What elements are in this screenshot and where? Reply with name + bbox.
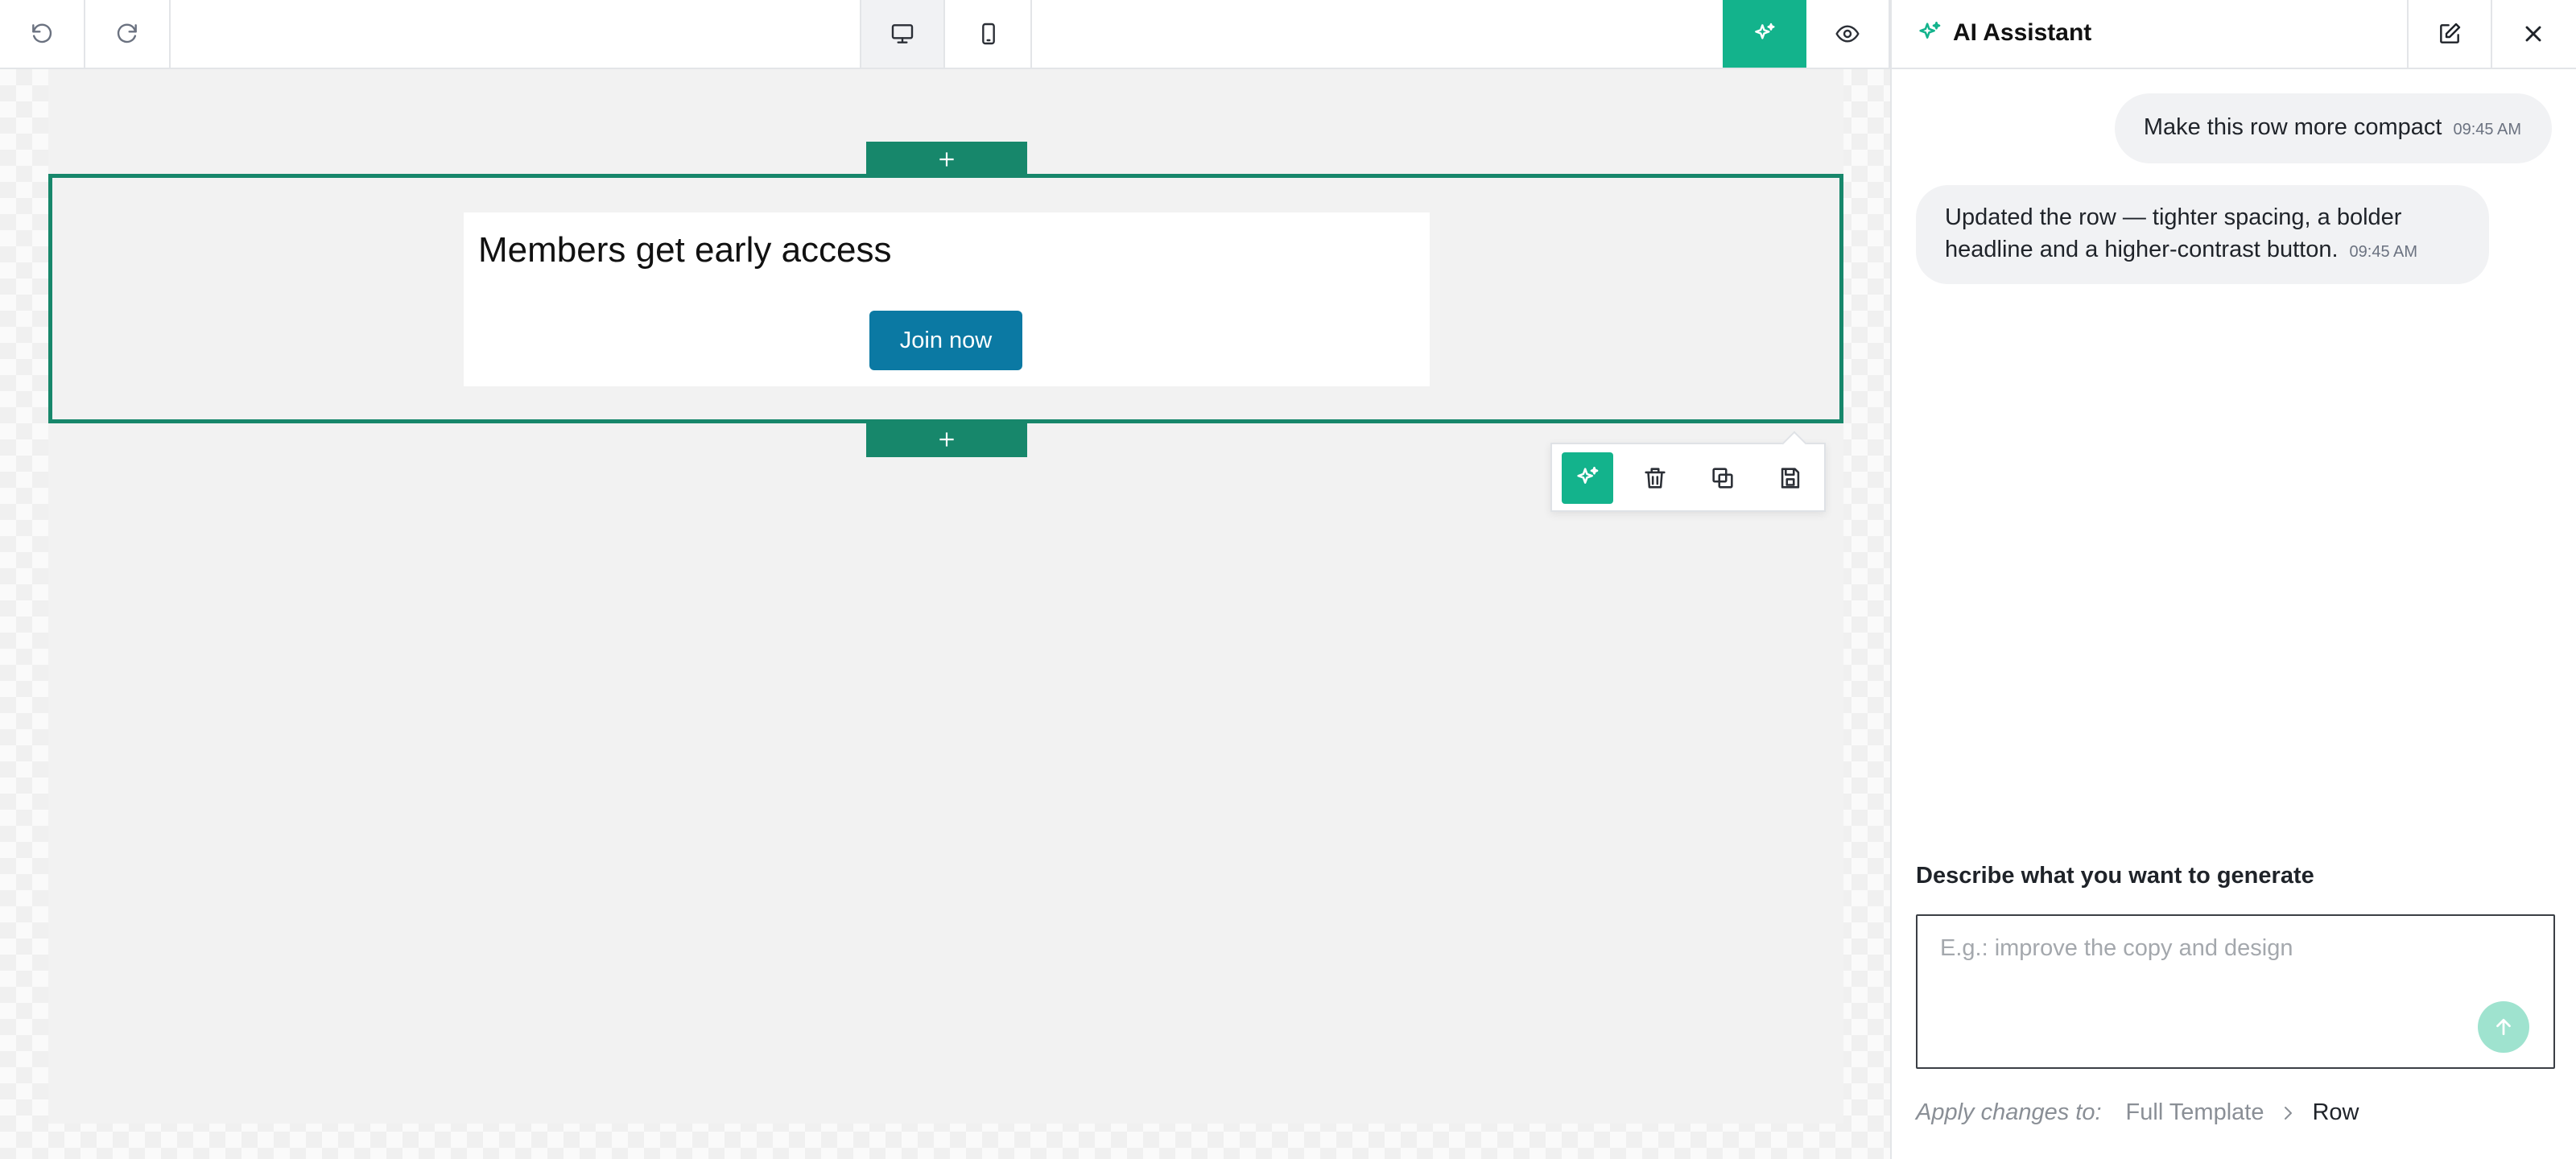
desktop-icon — [891, 24, 914, 43]
close-icon — [2525, 26, 2541, 42]
sparkles-icon — [1755, 23, 1775, 39]
mobile-icon — [982, 23, 995, 45]
send-button[interactable] — [2478, 1001, 2529, 1053]
sparkles-icon — [1577, 466, 1599, 484]
prompt-label: Describe what you want to generate — [1916, 863, 2314, 889]
assistant-message: Updated the row — tighter spacing, a bol… — [1916, 185, 2489, 284]
plus-icon — [939, 432, 954, 447]
chevron-right-icon — [2285, 1106, 2293, 1120]
redo-button[interactable] — [85, 0, 171, 68]
ai-assistant-panel: AI Assistant Make this row more compact 0… — [1890, 0, 2576, 1159]
sparkles-icon — [1919, 21, 1941, 39]
trash-icon — [1645, 468, 1666, 489]
message-time: 09:45 AM — [2453, 121, 2521, 138]
redo-icon — [117, 23, 137, 43]
scope-full-template[interactable]: Full Template — [2126, 1099, 2264, 1126]
ai-assistant-toggle[interactable] — [1723, 0, 1806, 68]
join-now-button[interactable]: Join now — [869, 311, 1022, 370]
row-content-block[interactable]: Members get early access Join now — [464, 212, 1430, 386]
prompt-box — [1916, 914, 2555, 1069]
prompt-input[interactable] — [1918, 916, 2553, 1067]
preview-button[interactable] — [1806, 0, 1890, 68]
panel-title: AI Assistant — [1953, 19, 2092, 46]
duplicate-icon — [1712, 468, 1733, 489]
delete-row-button[interactable] — [1629, 452, 1681, 504]
duplicate-row-button[interactable] — [1697, 452, 1748, 504]
row-actions-toolbar — [1550, 431, 1826, 512]
apply-changes-scope: Apply changes to: Full Template Row — [1916, 1099, 2359, 1126]
save-row-button[interactable] — [1765, 452, 1816, 504]
editor-toolbar — [0, 0, 1890, 69]
row-headline[interactable]: Members get early access — [478, 230, 892, 270]
close-panel-button[interactable] — [2491, 0, 2574, 68]
add-row-below-button[interactable] — [866, 422, 1027, 457]
editor-canvas: Members get early access Join now — [0, 69, 1890, 1159]
panel-header: AI Assistant — [1892, 0, 2576, 69]
message-text: Updated the row — tighter spacing, a bol… — [1945, 204, 2402, 262]
undo-button[interactable] — [0, 0, 85, 68]
email-editor: Members get early access Join now AI Ass… — [0, 0, 2576, 1159]
undo-icon — [32, 23, 52, 43]
message-text: Make this row more compact — [2143, 114, 2442, 140]
mobile-view-button[interactable] — [947, 0, 1032, 68]
panel-title-group: AI Assistant — [1916, 19, 2091, 47]
message-time: 09:45 AM — [2349, 243, 2418, 261]
plus-icon — [939, 152, 954, 167]
scope-row[interactable]: Row — [2312, 1099, 2359, 1126]
save-icon — [1781, 468, 1800, 489]
arrow-up-icon — [2496, 1018, 2511, 1036]
row-ai-button[interactable] — [1562, 452, 1613, 504]
eye-icon — [1835, 25, 1860, 43]
edit-icon — [2440, 23, 2461, 43]
apply-label: Apply changes to: — [1916, 1099, 2102, 1125]
add-row-above-button[interactable] — [866, 142, 1027, 177]
new-chat-button[interactable] — [2407, 0, 2491, 68]
user-message: Make this row more compact 09:45 AM — [2114, 93, 2552, 163]
desktop-view-button[interactable] — [860, 0, 945, 68]
